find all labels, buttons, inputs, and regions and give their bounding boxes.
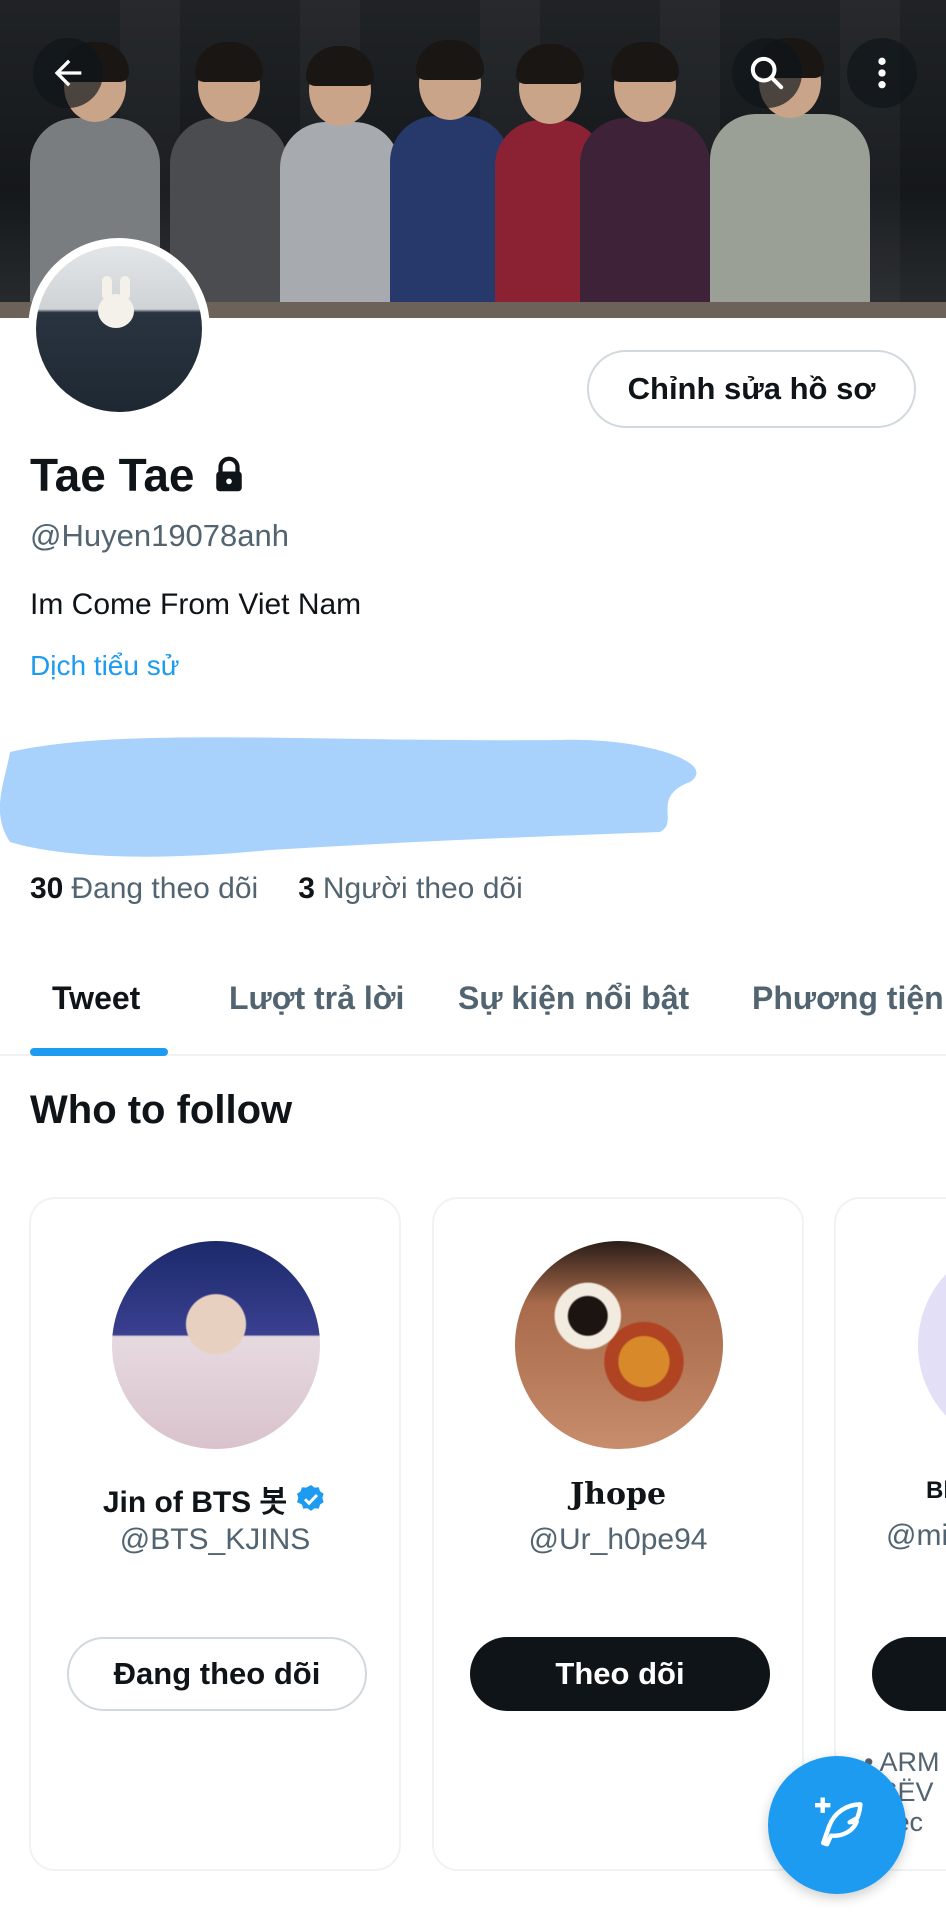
suggested-avatar[interactable] (112, 1241, 320, 1449)
more-button[interactable] (847, 38, 917, 108)
active-tab-indicator (30, 1048, 168, 1056)
profile-avatar[interactable] (28, 238, 210, 420)
suggested-handle: @Ur_h0pe94 (528, 1523, 708, 1556)
suggested-handle: @mi (886, 1519, 946, 1552)
follow-stats: 30 Đang theo dõi 3 Người theo dõi (30, 872, 523, 906)
verified-badge-icon (297, 1485, 324, 1511)
search-button[interactable] (732, 38, 802, 108)
suggested-avatar[interactable] (515, 1241, 723, 1449)
edit-profile-button[interactable]: Chỉnh sửa hồ sơ (587, 350, 916, 428)
suggested-name-row: Jin of BTS 봇 (31, 1477, 399, 1521)
following-stat[interactable]: 30 Đang theo dõi (30, 872, 258, 906)
suggested-name: Bl (926, 1477, 946, 1504)
profile-name-row: Tae Tae (30, 448, 246, 502)
suggested-name: Jhope (569, 1477, 667, 1512)
profile-tabs: Tweet Lượt trả lời Sự kiện nổi bật Phươn… (0, 960, 946, 1056)
profile-name: Tae Tae (30, 449, 195, 501)
follow-card[interactable]: Jhope @Ur_h0pe94 Theo dõi (432, 1197, 804, 1871)
suggested-avatar[interactable] (918, 1241, 946, 1449)
following-button[interactable]: Đang theo dõi (67, 1637, 367, 1711)
lock-icon (216, 456, 243, 492)
more-vertical-icon (878, 57, 886, 89)
follow-button[interactable] (872, 1637, 946, 1711)
profile-bio: Im Come From Viet Nam (30, 588, 362, 621)
search-icon (750, 56, 784, 90)
tab-tweet[interactable]: Tweet (52, 980, 140, 1017)
follow-card[interactable]: Jin of BTS 봇 @BTS_KJINS Đang theo dõi (29, 1197, 401, 1871)
suggested-name: Jin of BTS 봇 (102, 1486, 288, 1519)
redaction-scribble (0, 737, 697, 857)
tab-replies[interactable]: Lượt trả lời (229, 980, 404, 1017)
who-to-follow-title: Who to follow (30, 1088, 293, 1132)
translate-bio-link[interactable]: Dịch tiểu sử (30, 650, 179, 682)
tab-media[interactable]: Phương tiện (752, 980, 944, 1017)
tab-highlights[interactable]: Sự kiện nổi bật (458, 980, 689, 1017)
follow-button[interactable]: Theo dõi (470, 1637, 770, 1711)
back-arrow-icon (54, 59, 82, 87)
back-button[interactable] (33, 38, 103, 108)
suggested-handle: @BTS_KJINS (119, 1523, 311, 1556)
followers-stat[interactable]: 3 Người theo dõi (298, 872, 523, 906)
profile-handle: @Huyen19078anh (30, 518, 290, 553)
compose-tweet-button[interactable] (768, 1756, 906, 1894)
compose-feather-icon (815, 1797, 863, 1847)
